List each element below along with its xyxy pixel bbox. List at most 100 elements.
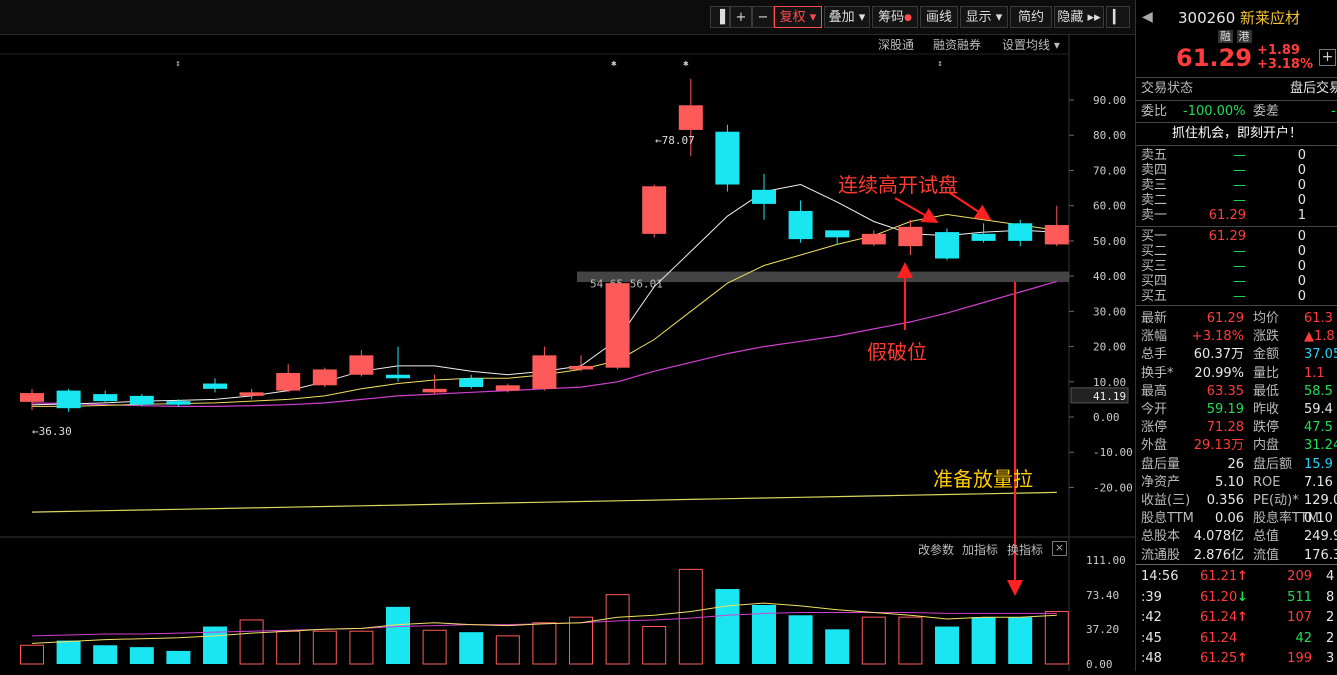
zoom-in-button[interactable]: +: [730, 6, 752, 28]
candle-body: [752, 189, 776, 204]
level-label: 买二: [1141, 244, 1168, 259]
candle[interactable]: [459, 374, 484, 389]
label: 筹码: [878, 10, 905, 25]
volume-bar[interactable]: [495, 635, 520, 665]
volume-bar[interactable]: [861, 616, 886, 665]
hide-button[interactable]: 隐藏 ▸▸: [1054, 6, 1104, 28]
orderbook-row[interactable]: 买五 — 0: [1136, 289, 1337, 304]
hk-connect-link[interactable]: 深股通: [878, 36, 914, 53]
volume-bar[interactable]: [935, 626, 959, 664]
volume-bar[interactable]: [715, 589, 740, 664]
candle[interactable]: [935, 228, 959, 261]
orderbook-row[interactable]: 买二 — 0: [1136, 244, 1337, 259]
orderbook-row[interactable]: 买四 — 0: [1136, 274, 1337, 289]
margin-trading-link[interactable]: 融资融券: [933, 36, 981, 53]
candle[interactable]: [312, 367, 337, 388]
ma-settings-button[interactable]: 设置均线 ▾: [1002, 36, 1060, 53]
level-volume: 0: [1297, 259, 1306, 274]
orderbook-row[interactable]: 卖五 — 0: [1136, 148, 1337, 163]
volume-bar[interactable]: [239, 619, 264, 665]
candle[interactable]: [1044, 205, 1069, 247]
candle[interactable]: [386, 346, 410, 382]
volume-bar[interactable]: [93, 645, 118, 664]
candle[interactable]: [715, 124, 740, 192]
volume-bar[interactable]: [56, 640, 81, 664]
overlay-button[interactable]: 叠加 ▾: [824, 6, 870, 28]
volume-bar[interactable]: [276, 630, 301, 665]
level-price: 61.29: [1208, 208, 1246, 223]
candle[interactable]: [239, 388, 264, 400]
volume-bar[interactable]: [422, 629, 447, 665]
more-tools-button[interactable]: ▎: [1106, 6, 1130, 28]
volume-bar[interactable]: [788, 615, 813, 664]
event-marker-icon[interactable]: ↕: [175, 59, 180, 69]
orderbook-row[interactable]: 买一 61.29 0: [1136, 229, 1337, 244]
volume-bar[interactable]: [1008, 617, 1033, 664]
volume-bar[interactable]: [605, 594, 630, 665]
volume-bar[interactable]: [971, 617, 996, 664]
add-indicator-button[interactable]: 加指标: [962, 541, 998, 558]
kline-chart[interactable]: 54.65-56.01↕✱✱↕ ←78.07←36.30 90.0080.007…: [0, 34, 1135, 671]
volume-bar[interactable]: [532, 622, 557, 665]
tool-button-pin[interactable]: ▐: [710, 6, 730, 28]
candle[interactable]: [1008, 219, 1033, 247]
candle[interactable]: [752, 173, 776, 220]
event-marker-icon[interactable]: ↕: [937, 59, 942, 69]
candle[interactable]: [276, 364, 301, 393]
event-marker-icon[interactable]: ✱: [683, 59, 689, 69]
tick-volume: 209: [1287, 569, 1312, 584]
volume-bar[interactable]: [569, 616, 593, 665]
chart-area[interactable]: 54.65-56.01↕✱✱↕ ←78.07←36.30 90.0080.007…: [0, 34, 1135, 671]
candle[interactable]: [422, 374, 447, 395]
switch-indicator-button[interactable]: 换指标: [1007, 541, 1043, 558]
level-volume: 1: [1297, 208, 1306, 223]
simple-button[interactable]: 简约: [1010, 6, 1052, 28]
candle[interactable]: [532, 346, 557, 391]
candle[interactable]: [203, 378, 227, 393]
stats-row: 股息TTM 0.06 股息率TTM 0.10: [1136, 510, 1337, 528]
stat-value: 249.9: [1304, 529, 1337, 545]
close-icon[interactable]: ×: [1052, 541, 1067, 556]
candle[interactable]: [349, 350, 374, 377]
zoom-out-button[interactable]: −: [752, 6, 774, 28]
candle-body: [532, 355, 557, 389]
orderbook-row[interactable]: 卖二 — 0: [1136, 193, 1337, 208]
weibi-row: 委比 -100.00% 委差 -1: [1136, 103, 1337, 121]
restore-rights-button[interactable]: 复权 ▾: [774, 6, 822, 28]
display-button[interactable]: 显示 ▾: [960, 6, 1008, 28]
volume-bar[interactable]: [386, 606, 410, 664]
volume-bar[interactable]: [312, 630, 337, 665]
volume-bar[interactable]: [825, 629, 850, 664]
chips-button[interactable]: 筹码●: [872, 6, 918, 28]
candle[interactable]: [569, 355, 593, 372]
volume-bar[interactable]: [129, 647, 154, 664]
volume-bar[interactable]: [459, 632, 484, 664]
volume-bar[interactable]: [642, 626, 667, 665]
draw-line-button[interactable]: 画线: [920, 6, 958, 28]
volume-bar[interactable]: [349, 630, 374, 665]
add-watchlist-icon[interactable]: +: [1319, 49, 1336, 66]
open-account-ad[interactable]: 抓住机会，即刻开户！: [1136, 125, 1337, 143]
candle[interactable]: [129, 394, 154, 407]
candle-body: [788, 210, 813, 240]
candle[interactable]: [93, 390, 118, 403]
volume-bar[interactable]: [166, 650, 191, 664]
event-marker-icon[interactable]: ✱: [611, 59, 617, 69]
volume-bar[interactable]: [20, 644, 44, 665]
orderbook-row[interactable]: 卖一 61.29 1: [1136, 208, 1337, 223]
candle-body: [1044, 225, 1069, 245]
orderbook-row[interactable]: 卖三 — 0: [1136, 178, 1337, 193]
candle[interactable]: [642, 184, 667, 238]
back-arrow-icon[interactable]: ◀: [1142, 9, 1153, 25]
volume-bar[interactable]: [678, 568, 703, 665]
edit-params-button[interactable]: 改参数: [918, 541, 954, 558]
candle-body: [605, 283, 630, 368]
level-label: 买一: [1141, 229, 1168, 244]
volume-bar[interactable]: [898, 616, 923, 665]
candle[interactable]: [605, 283, 630, 370]
volume-bar[interactable]: [1044, 611, 1069, 665]
orderbook-row[interactable]: 买三 — 0: [1136, 259, 1337, 274]
candle[interactable]: [788, 200, 813, 243]
orderbook-row[interactable]: 卖四 — 0: [1136, 163, 1337, 178]
candle[interactable]: [56, 388, 81, 412]
